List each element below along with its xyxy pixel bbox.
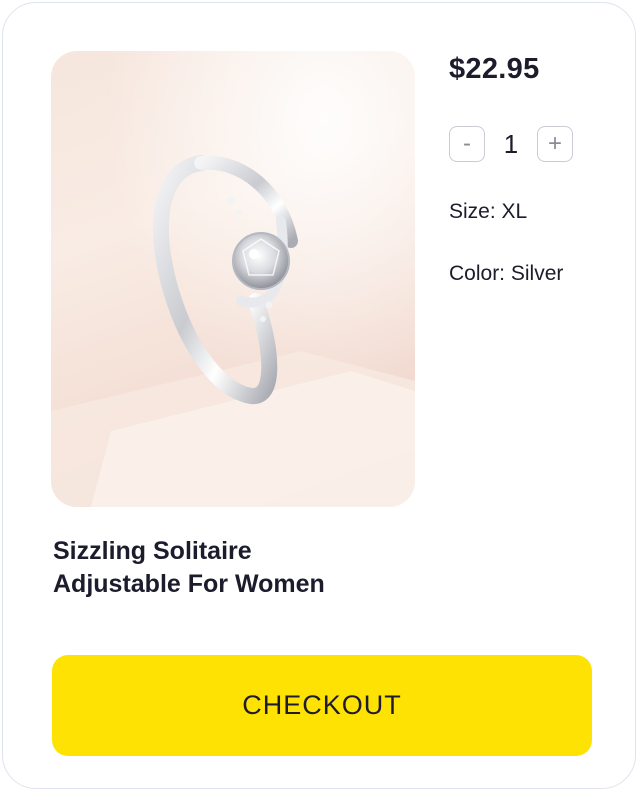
product-card: $22.95 - 1 + Size: XL Color: Silver Sizz… [2,2,636,789]
product-image[interactable] [51,51,415,507]
checkout-button[interactable]: CHECKOUT [52,655,592,756]
product-title-line-2: Adjustable For Women [53,570,325,598]
quantity-stepper: - 1 + [449,125,573,163]
quantity-value: 1 [503,128,519,159]
product-title: Sizzling Solitaire Adjustable For Women [53,535,473,601]
decrement-button[interactable]: - [449,126,485,162]
increment-button[interactable]: + [537,126,573,162]
size-label: Size: XL [449,200,528,223]
color-label: Color: Silver [449,262,564,285]
product-price: $22.95 [449,53,540,85]
ring-photo [51,51,415,507]
product-title-line-1: Sizzling Solitaire [53,537,252,565]
